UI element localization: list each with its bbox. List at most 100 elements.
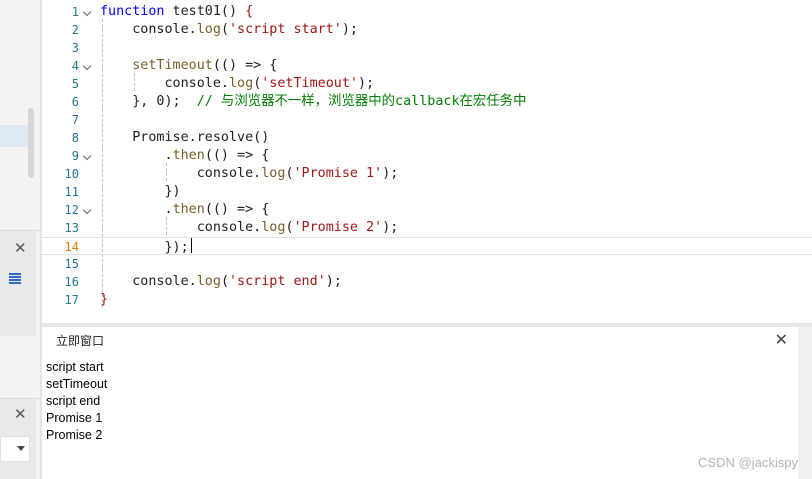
code-token: console.	[100, 76, 229, 91]
code-token: setTimeout	[132, 58, 213, 73]
line-number: 1	[71, 5, 79, 19]
code-token: then	[172, 148, 205, 163]
code-token: (	[285, 220, 294, 235]
chevron-down-icon[interactable]	[82, 61, 92, 71]
code-line[interactable]: 13 console.log('Promise 2');	[42, 219, 812, 237]
code-line[interactable]: 9 .then(() => {	[42, 147, 812, 165]
code-line[interactable]: 17}	[42, 291, 812, 309]
immediate-window-scrollbar[interactable]	[798, 327, 812, 479]
code-line[interactable]: 15	[42, 255, 812, 273]
output-line: script start	[46, 360, 104, 374]
code-text: setTimeout(() => {	[100, 57, 277, 75]
line-number: 8	[71, 131, 79, 145]
left-sidebar: ✕ ✕	[0, 0, 40, 479]
line-number: 2	[71, 23, 79, 37]
code-token: then	[172, 202, 205, 217]
line-number: 14	[64, 240, 79, 254]
output-line: Promise 1	[46, 411, 103, 425]
code-token: Promise.resolve()	[100, 130, 270, 145]
sidebar-close-icon[interactable]: ✕	[14, 240, 27, 256]
code-token: .	[100, 202, 173, 217]
sidebar-close-icon[interactable]: ✕	[14, 406, 27, 422]
code-text: console.log('Promise 2');	[100, 219, 399, 237]
code-line[interactable]: 11 })	[42, 183, 812, 201]
line-number: 6	[71, 95, 79, 109]
code-line[interactable]: 1 function test01() {	[42, 3, 812, 21]
code-token: log	[261, 220, 286, 235]
code-token: test01()	[164, 4, 246, 19]
chevron-down-icon[interactable]	[82, 151, 92, 161]
dropdown-arrow-icon	[17, 446, 25, 451]
code-line[interactable]: 10 console.log('Promise 1');	[42, 165, 812, 183]
immediate-window-title[interactable]: 立即窗口	[56, 333, 104, 349]
code-token: }, 0);	[100, 94, 197, 109]
immediate-window-output[interactable]: script start setTimeout script end Promise …	[46, 359, 107, 444]
code-token: }	[100, 292, 109, 307]
text-cursor	[190, 238, 192, 253]
code-line[interactable]: 14 });	[42, 237, 812, 255]
code-text: })	[100, 183, 180, 201]
code-text: console.log('script end');	[100, 273, 342, 291]
sidebar-scrollbar[interactable]	[28, 108, 34, 178]
code-token: 'script start'	[229, 22, 342, 37]
close-icon[interactable]: ✕	[775, 331, 788, 349]
sidebar-dropdown[interactable]	[0, 436, 30, 462]
line-number: 4	[71, 59, 79, 73]
code-text: console.log('script start');	[100, 21, 358, 39]
output-line: script end	[46, 394, 101, 408]
code-token: );	[358, 76, 375, 91]
code-line[interactable]: 4 setTimeout(() => {	[42, 57, 812, 75]
code-text: }	[100, 291, 108, 309]
code-token: (() => {	[204, 148, 270, 163]
chevron-down-icon[interactable]	[82, 7, 92, 17]
code-line[interactable]: 7	[42, 111, 812, 129]
sidebar-selected-item[interactable]	[0, 125, 30, 147]
code-token: log	[196, 22, 221, 37]
line-number: 11	[64, 185, 79, 199]
code-line[interactable]: 16 console.log('script end');	[42, 273, 812, 291]
code-text: .then(() => {	[100, 201, 269, 219]
code-token: );	[341, 22, 358, 37]
code-token: 'Promise 2'	[293, 220, 383, 235]
output-line: Promise 2	[46, 428, 103, 442]
code-token: function	[100, 4, 165, 19]
code-token: // 与浏览器不一样，浏览器中的callback在宏任务中	[196, 94, 527, 109]
code-token: );	[382, 220, 399, 235]
code-token: console.	[100, 22, 197, 37]
code-line[interactable]: 8 Promise.resolve()	[42, 129, 812, 147]
code-token: (() => {	[204, 202, 270, 217]
code-token: (	[220, 274, 229, 289]
code-token: 'setTimeout'	[261, 76, 358, 91]
code-line[interactable]: 12 .then(() => {	[42, 201, 812, 219]
output-line: setTimeout	[46, 377, 108, 391]
code-text: }, 0); // 与浏览器不一样，浏览器中的callback在宏任务中	[100, 93, 526, 111]
code-line[interactable]: 2 console.log('script start');	[42, 21, 812, 39]
code-text: console.log('Promise 1');	[100, 165, 399, 183]
line-number: 9	[71, 149, 79, 163]
line-number: 13	[64, 221, 79, 235]
code-token: console.	[100, 220, 262, 235]
chevron-down-icon[interactable]	[82, 205, 92, 215]
line-number: 3	[71, 41, 79, 55]
code-token: 'script end'	[229, 274, 326, 289]
code-token: console.	[100, 274, 197, 289]
line-number: 7	[71, 113, 79, 127]
code-token: );	[382, 166, 399, 181]
code-token: (() => {	[212, 58, 278, 73]
line-number: 5	[71, 77, 79, 91]
line-number: 12	[64, 203, 79, 217]
code-token: {	[245, 4, 254, 19]
list-icon[interactable]	[9, 273, 21, 285]
code-token: );	[325, 274, 342, 289]
code-line[interactable]: 3	[42, 39, 812, 57]
code-line[interactable]: 5 console.log('setTimeout');	[42, 75, 812, 93]
line-number: 17	[64, 293, 79, 307]
line-number: 10	[64, 167, 79, 181]
code-line[interactable]: 6 }, 0); // 与浏览器不一样，浏览器中的callback在宏任务中	[42, 93, 812, 111]
code-token: log	[261, 166, 286, 181]
code-token: });	[100, 240, 189, 255]
code-editor[interactable]: 1 function test01() {2 console.log('scrip…	[42, 0, 812, 323]
code-text: function test01() {	[100, 3, 253, 21]
line-number: 16	[64, 275, 79, 289]
